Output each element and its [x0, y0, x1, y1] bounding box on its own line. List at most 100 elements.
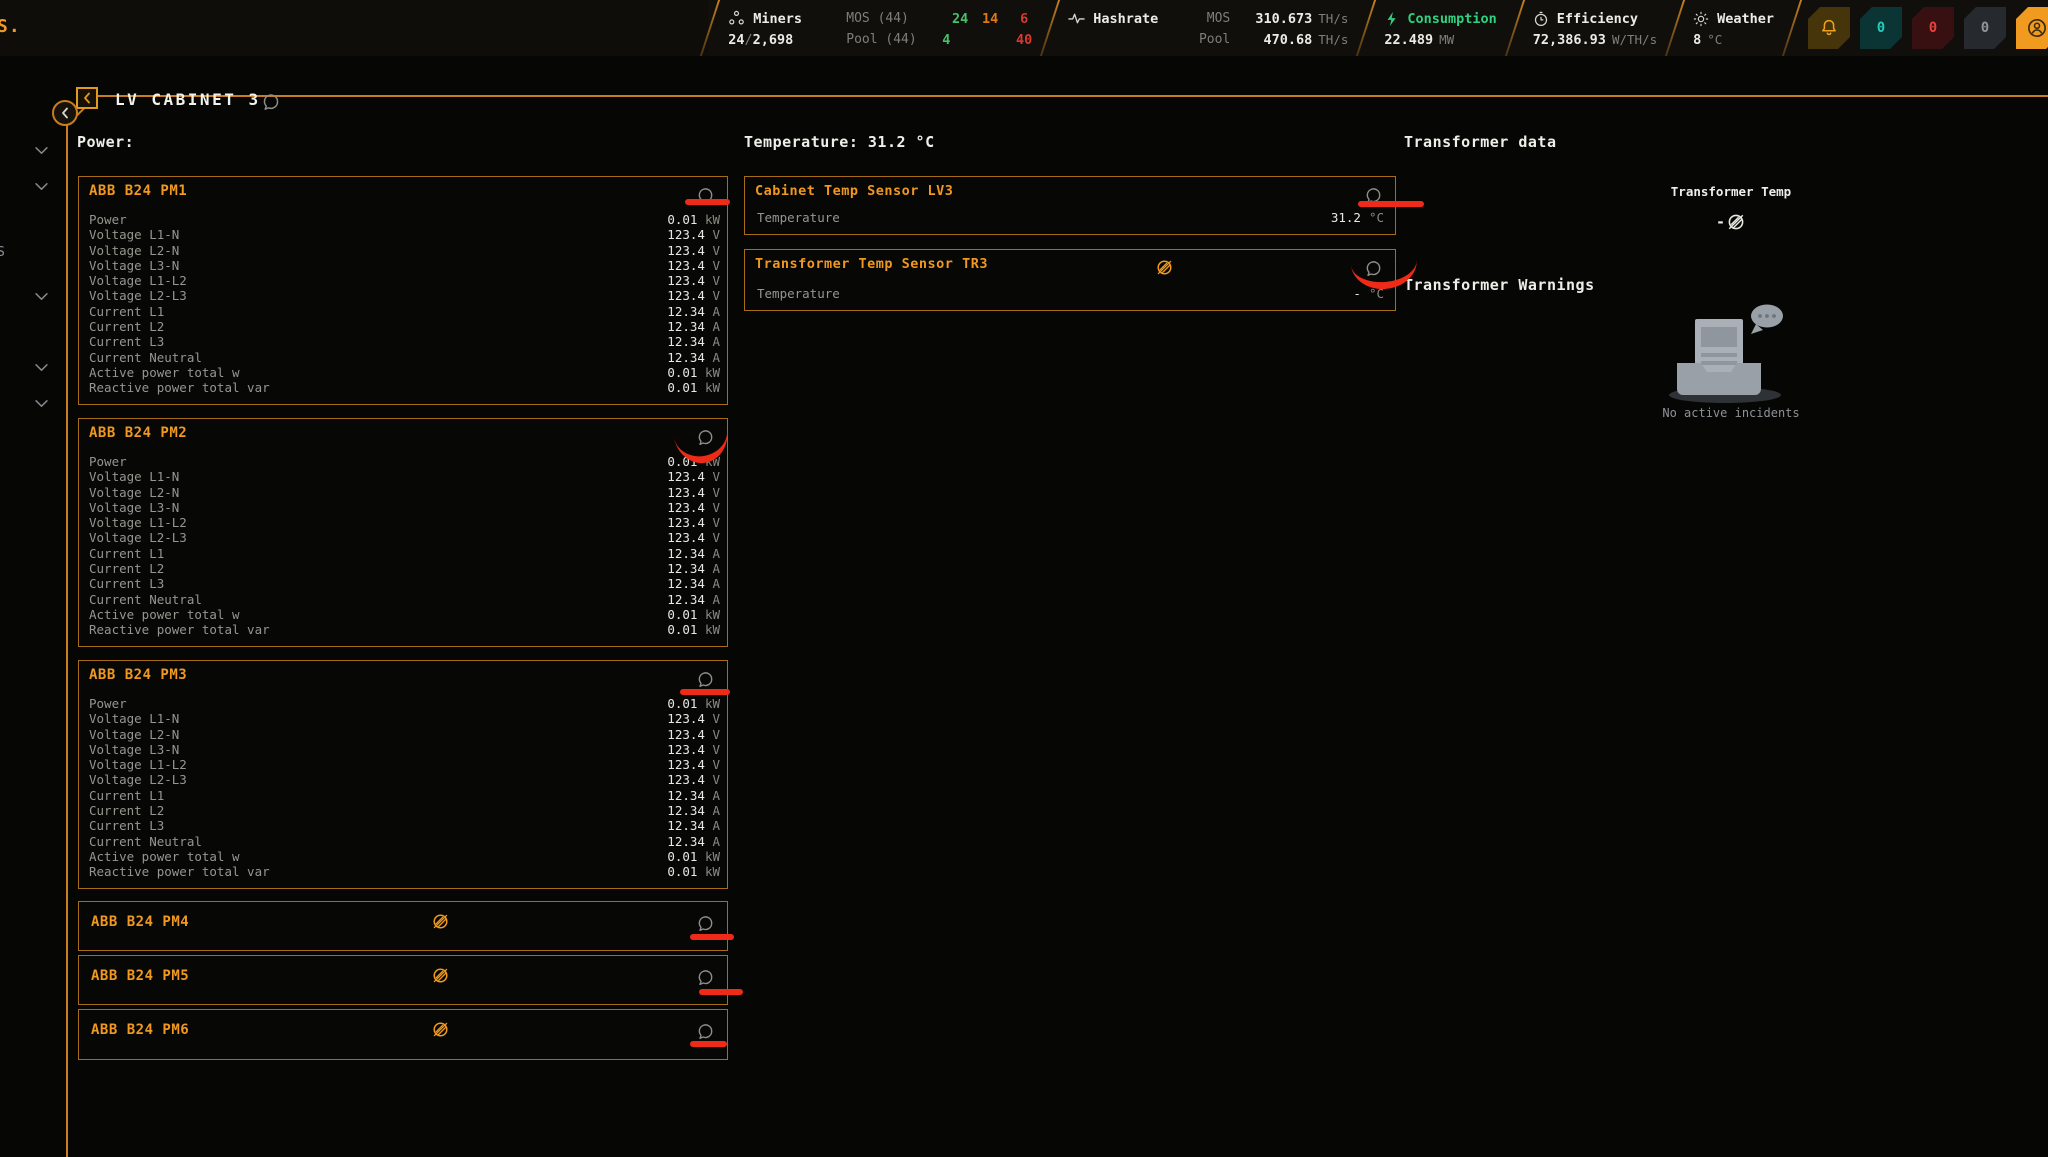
meter-row: Voltage L2-N123.4 V: [89, 727, 720, 742]
hashrate-icon: [1068, 10, 1085, 27]
info-alerts-count: 0: [1877, 20, 1885, 36]
comment-icon[interactable]: [697, 1021, 714, 1040]
temp-sensor-card-lv3: Cabinet Temp Sensor LV3 Temperature 31.2…: [744, 176, 1396, 235]
consumption-label: Consumption: [1407, 11, 1496, 27]
stat-weather[interactable]: Weather 8 °C: [1677, 0, 1790, 56]
page-title: LV CABINET 3: [115, 90, 261, 109]
consumption-unit: MW: [1439, 32, 1454, 47]
topbar-stats: Miners MOS (44) 24 14 6 24 / 2,698 Pool …: [708, 0, 2048, 56]
temp-value: -: [1353, 286, 1361, 301]
red-annotation-underline: [1358, 201, 1424, 207]
meter-row: Voltage L1-L2123.4 V: [89, 757, 720, 772]
temp-label: Temperature: [757, 210, 840, 225]
meter-row: Current L112.34 A: [89, 546, 720, 561]
sidebar-chevron-down-icon[interactable]: [35, 140, 48, 159]
power-meter-title: ABB B24 PM4: [91, 914, 189, 930]
info-alerts-button[interactable]: 0: [1860, 7, 1902, 49]
temp-sensor-row: Temperature -°C: [757, 286, 1384, 301]
meter-row: Voltage L2-L3123.4 V: [89, 772, 720, 787]
power-meter-title: ABB B24 PM2: [89, 425, 187, 441]
panel-border-left: [66, 124, 68, 1157]
hashrate-pool-unit: TH/s: [1318, 32, 1348, 47]
meter-row: Voltage L2-N123.4 V: [89, 243, 720, 258]
meter-row: Voltage L3-N123.4 V: [89, 258, 720, 273]
power-section-heading: Power:: [77, 133, 134, 151]
hashrate-pool-value: 470.68: [1230, 32, 1312, 48]
stat-miners[interactable]: Miners MOS (44) 24 14 6 24 / 2,698 Pool …: [712, 0, 1048, 56]
back-button[interactable]: [76, 87, 98, 109]
weather-label: Weather: [1717, 11, 1774, 27]
sidebar-chevron-down-icon[interactable]: [35, 393, 48, 412]
power-meter-title: ABB B24 PM6: [91, 1022, 189, 1038]
transformer-temp-value: -: [1600, 212, 1862, 232]
power-meter-card-pm4: ABB B24 PM4: [78, 901, 728, 951]
meter-row: Voltage L1-N123.4 V: [89, 711, 720, 726]
meter-row: Current L212.34 A: [89, 319, 720, 334]
red-annotation-underline: [690, 1041, 727, 1047]
disconnected-icon: [1155, 257, 1174, 277]
stat-efficiency[interactable]: Efficiency 72,386.93 W/TH/s: [1517, 0, 1673, 56]
account-button[interactable]: [2016, 7, 2048, 49]
consumption-value: 22.489: [1384, 32, 1433, 48]
red-annotation-underline: [685, 199, 730, 205]
weather-icon: [1693, 11, 1709, 27]
panel-border-top: [96, 95, 2048, 97]
power-meter-card-pm6: ABB B24 PM6: [78, 1009, 728, 1060]
comment-icon[interactable]: [262, 91, 280, 111]
error-alerts-count: 0: [1929, 20, 1937, 36]
sidebar-chevron-down-icon[interactable]: [35, 286, 48, 305]
sidebar-chevron-down-icon[interactable]: [35, 176, 48, 195]
sidebar-chevron-down-icon[interactable]: [35, 357, 48, 376]
transformer-temp-label: Transformer Temp: [1600, 184, 1862, 199]
weather-unit: °C: [1707, 32, 1722, 47]
consumption-icon: [1384, 11, 1399, 27]
stat-consumption[interactable]: Consumption 22.489 MW: [1368, 0, 1512, 56]
red-annotation-underline: [699, 989, 743, 995]
meter-row: Current L312.34 A: [89, 818, 720, 833]
efficiency-value: 72,386.93: [1533, 32, 1606, 48]
miners-mos-warn: 14: [968, 11, 998, 27]
meter-row: Voltage L1-N123.4 V: [89, 469, 720, 484]
hashrate-mos-unit: TH/s: [1318, 11, 1348, 26]
meter-row: Active power total w0.01 kW: [89, 849, 720, 864]
meter-row: Current Neutral12.34 A: [89, 350, 720, 365]
meter-row: Voltage L3-N123.4 V: [89, 500, 720, 515]
meter-row: Voltage L2-L3123.4 V: [89, 288, 720, 303]
disconnected-icon: [1726, 212, 1746, 232]
meter-rows: Power0.01 kWVoltage L1-N123.4 VVoltage L…: [79, 212, 727, 396]
error-alerts-button[interactable]: 0: [1912, 7, 1954, 49]
power-meter-card-pm3: ABB B24 PM3 Power0.01 kWVoltage L1-N123.…: [78, 660, 728, 889]
empty-state-illustration: [1663, 303, 1799, 409]
meter-row: Voltage L2-L3123.4 V: [89, 530, 720, 545]
topbar-buttons: 0 0 0: [1794, 0, 2048, 56]
power-meter-card-pm5: ABB B24 PM5: [78, 955, 728, 1005]
power-meter-card-pm2: ABB B24 PM2 Power0.01 kWVoltage L1-N123.…: [78, 418, 728, 647]
meter-rows: Power0.01 kWVoltage L1-N123.4 V Voltage L…: [79, 454, 727, 638]
empty-state-text: No active incidents: [1638, 406, 1824, 420]
power-meter-card-pm1: ABB B24 PM1 Power0.01 kWVoltage L1-N123.…: [78, 176, 728, 405]
muted-alerts-button[interactable]: 0: [1964, 7, 2006, 49]
weather-value: 8: [1693, 32, 1701, 48]
power-meter-title: ABB B24 PM5: [91, 968, 189, 984]
meter-row: Current L312.34 A: [89, 334, 720, 349]
comment-icon[interactable]: [697, 967, 714, 986]
stat-hashrate[interactable]: Hashrate MOS 310.673 TH/s Pool 470.68 TH…: [1052, 0, 1364, 56]
app-screen: S. Miners MOS (44) 24 14 6 24 / 2,698: [0, 0, 2048, 1157]
comment-icon[interactable]: [697, 913, 714, 932]
meter-row: Power0.01 kW: [89, 212, 720, 227]
chevron-left-icon: [61, 107, 69, 119]
meter-row: Power0.01 kW: [89, 696, 720, 711]
comment-icon[interactable]: [697, 669, 714, 688]
meter-row: Power0.01 kW: [89, 454, 720, 469]
meter-row: Active power total w0.01 kW: [89, 365, 720, 380]
meter-row: Current L312.34 A: [89, 576, 720, 591]
disconnected-icon: [431, 911, 450, 931]
red-annotation-underline: [680, 689, 730, 695]
meter-row: Voltage L1-L2123.4 V: [89, 273, 720, 288]
notifications-button[interactable]: [1808, 7, 1850, 49]
temp-sensor-title: Cabinet Temp Sensor LV3: [755, 183, 953, 199]
app-logo[interactable]: S.: [0, 16, 21, 37]
account-icon: [2026, 17, 2048, 39]
collapse-panel-button[interactable]: [52, 100, 78, 126]
meter-row: Current Neutral12.34 A: [89, 592, 720, 607]
